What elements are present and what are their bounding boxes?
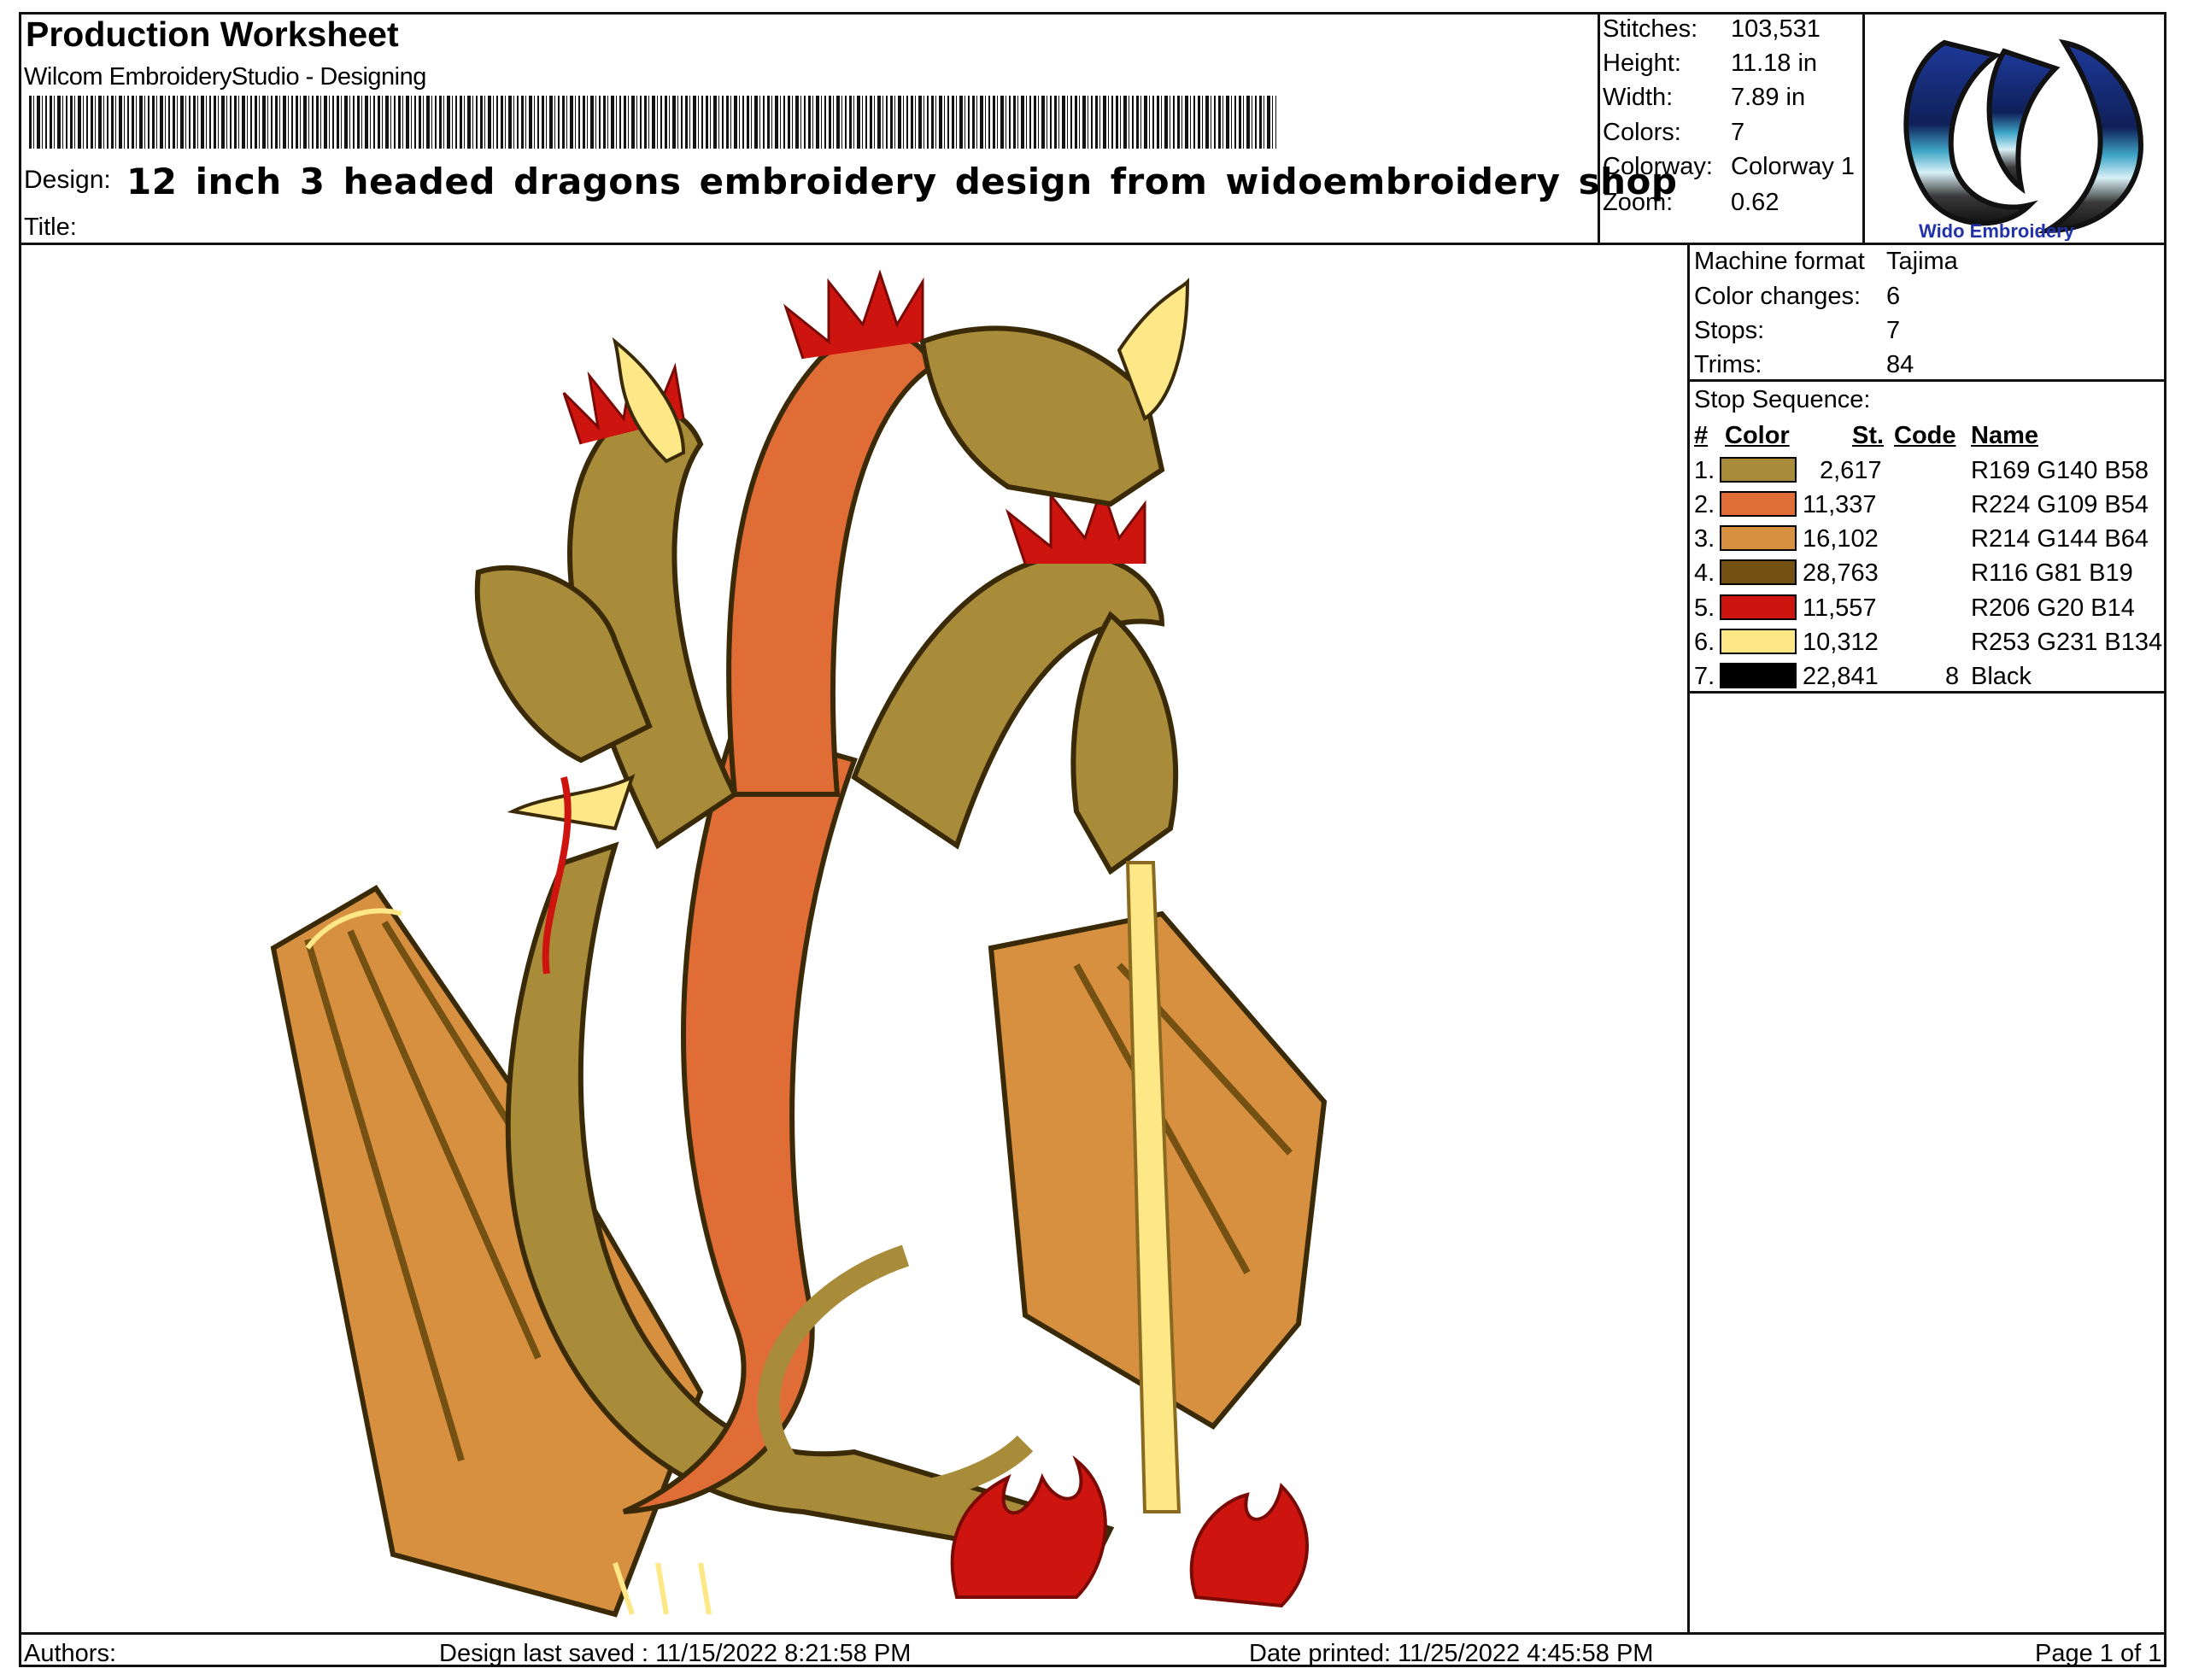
height-value: 11.18 in [1731,50,1818,77]
sidebar-divider [1687,243,1690,1633]
row-num: 1. [1694,457,1715,484]
color-swatch [1720,491,1797,517]
brand-logo: Wido Embroidery [1903,38,2144,241]
page-number: Page 1 of 1 [2035,1640,2162,1667]
row-stitches: 2,617 [1820,457,1882,484]
design-name: 12 inch 3 headed dragons embroidery desi… [126,161,1678,202]
row-name: R214 G144 B64 [1971,525,2149,553]
row-stitches: 11,557 [1803,594,1877,622]
worksheet-title: Production Worksheet [26,15,399,54]
color-swatch [1720,457,1797,483]
design-label: Design: [24,166,111,194]
row-stitches: 11,337 [1803,491,1877,518]
row-name: R206 G20 B14 [1971,594,2135,622]
title-label: Title: [24,214,77,241]
sequence-bottom-divider [1687,691,2166,694]
col-header-st: St. [1852,422,1885,449]
row-stitches: 28,763 [1803,559,1879,587]
row-name: R169 G140 B58 [1971,457,2149,484]
row-stitches: 22,841 [1803,663,1879,690]
stitches-label: Stitches: [1603,15,1698,43]
row-num: 5. [1694,594,1715,622]
colorway-label: Colorway: [1603,153,1713,180]
row-num: 7. [1694,663,1715,690]
row-name: R116 G81 B19 [1971,559,2133,587]
row-num: 6. [1694,629,1715,656]
color-swatch [1720,663,1797,688]
colors-label: Colors: [1603,119,1681,146]
color-swatch [1720,525,1797,551]
width-value: 7.89 in [1731,84,1806,111]
trims-value: 84 [1886,351,1914,378]
machine-format-value: Tajima [1886,248,1958,275]
col-header-code: Code [1894,422,1956,449]
stop-sequence-label: Stop Sequence: [1694,386,1871,413]
color-changes-value: 6 [1886,283,1901,310]
width-label: Width: [1603,84,1674,111]
design-preview [270,269,1328,1618]
logo-divider [1862,12,1865,244]
row-name: Black [1971,663,2032,690]
stitches-value: 103,531 [1731,15,1821,43]
machine-format-label: Machine format [1694,248,1865,275]
sequence-top-divider [1687,379,2166,382]
software-name: Wilcom EmbroideryStudio - Designing [24,63,426,91]
row-code: 8 [1945,663,1960,690]
trims-label: Trims: [1694,351,1762,378]
colorway-value: Colorway 1 [1731,153,1856,180]
row-name: R253 G231 B134 [1971,629,2163,656]
zoom-label: Zoom: [1603,189,1674,216]
color-changes-label: Color changes: [1694,283,1862,310]
stops-value: 7 [1886,317,1901,344]
barcode [29,96,1276,149]
row-num: 2. [1694,491,1715,518]
authors-label: Authors: [24,1640,116,1667]
colors-value: 7 [1731,119,1745,146]
col-header-num: # [1694,422,1709,449]
color-swatch [1720,594,1797,620]
col-header-color: Color [1725,422,1790,449]
height-label: Height: [1603,50,1681,77]
date-printed: Date printed: 11/25/2022 4:45:58 PM [1249,1640,1654,1667]
footer-divider [19,1632,2166,1635]
zoom-value: 0.62 [1731,189,1780,216]
row-stitches: 10,312 [1803,629,1879,656]
row-stitches: 16,102 [1803,525,1879,553]
row-num: 3. [1694,525,1715,553]
color-swatch [1720,559,1797,585]
header-divider [19,243,2166,245]
col-header-name: Name [1971,422,2038,449]
row-num: 4. [1694,559,1715,587]
last-saved: Design last saved : 11/15/2022 8:21:58 P… [439,1640,912,1667]
stops-label: Stops: [1694,317,1765,344]
stats-divider [1598,12,1600,244]
row-name: R224 G109 B54 [1971,491,2149,518]
logo-wordmark: Wido Embroidery [1919,220,2075,241]
color-swatch [1720,629,1797,654]
